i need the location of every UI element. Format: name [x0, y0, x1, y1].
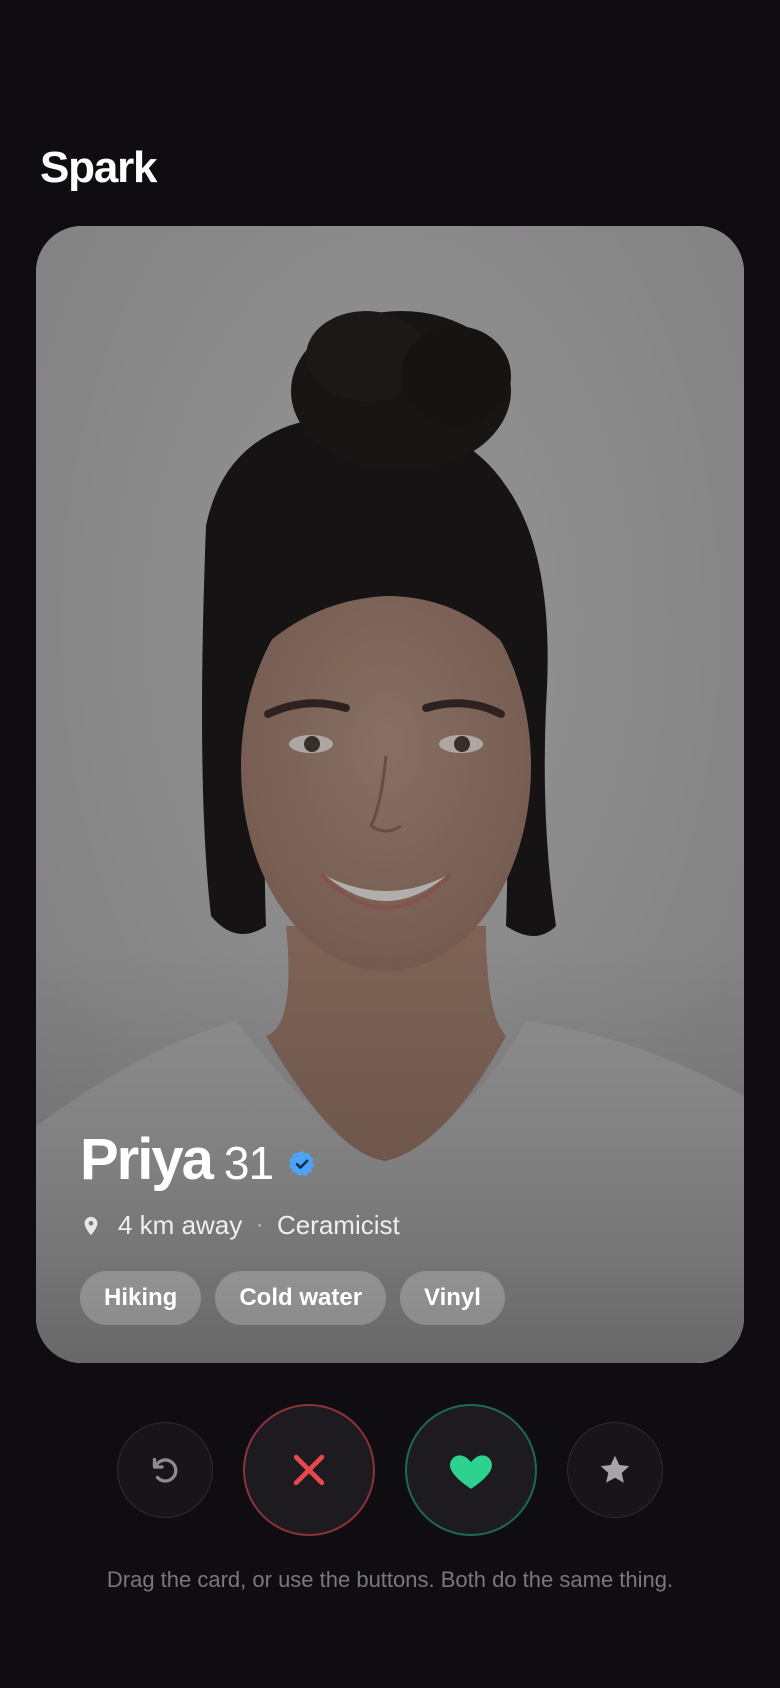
meta-separator: ·	[256, 1214, 263, 1236]
close-icon	[293, 1454, 325, 1486]
app-title: Spark	[40, 143, 157, 192]
profile-age: 31	[223, 1137, 274, 1189]
location-pin-icon	[84, 1216, 98, 1235]
interest-tags: Hiking Cold water Vinyl	[80, 1271, 704, 1325]
nope-button[interactable]	[243, 1404, 375, 1536]
interest-tag: Vinyl	[400, 1271, 505, 1325]
heart-icon	[450, 1455, 492, 1489]
interest-tag: Cold water	[215, 1271, 387, 1325]
interest-tag: Hiking	[80, 1271, 202, 1325]
profile-occupation: Ceramicist	[276, 1210, 400, 1240]
rewind-button[interactable]	[117, 1422, 213, 1518]
profile-distance: 4 km away	[118, 1210, 243, 1240]
undo-icon	[152, 1457, 178, 1483]
name-row: Priya 31	[80, 1126, 704, 1196]
super-like-button[interactable]	[567, 1422, 663, 1518]
like-button[interactable]	[405, 1404, 537, 1536]
swipe-hint: Drag the card, or use the buttons. Both …	[106, 1567, 674, 1592]
profile-info: Priya 31 4 km away · Ceramicist Hiking C…	[80, 1126, 704, 1325]
action-bar	[0, 1404, 780, 1536]
profile-name: Priya	[80, 1127, 214, 1192]
meta-row: 4 km away · Ceramicist	[80, 1210, 704, 1241]
star-icon	[600, 1455, 630, 1483]
verified-badge-icon	[289, 1150, 315, 1176]
profile-card[interactable]: Priya 31 4 km away · Ceramicist Hiking C…	[36, 226, 744, 1363]
